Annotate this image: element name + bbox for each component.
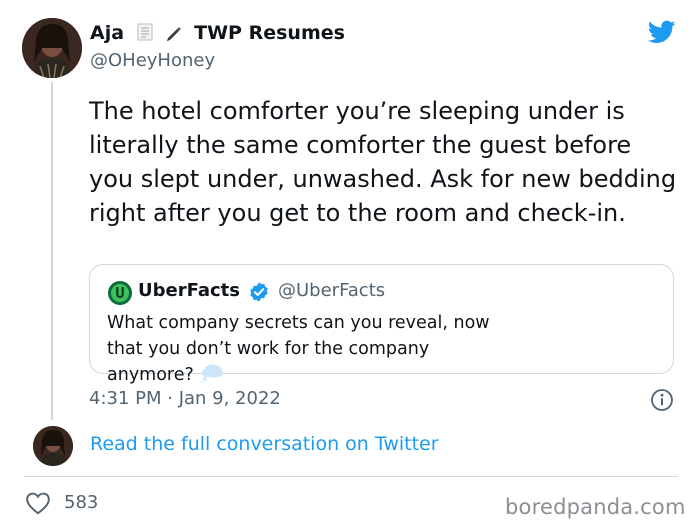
- read-conversation-link[interactable]: Read the full conversation on Twitter: [90, 433, 439, 455]
- twitter-bird-icon[interactable]: [646, 18, 678, 46]
- like-count: 583: [64, 492, 99, 513]
- boredpanda-watermark: boredpanda.com: [505, 495, 686, 519]
- author-name-row[interactable]: Aja TWP Resumes: [90, 22, 345, 44]
- quoted-display-name[interactable]: UberFacts: [138, 280, 240, 301]
- avatar-photo-small: [33, 426, 73, 466]
- avatar-photo: [22, 18, 82, 78]
- quoted-tweet-text: What company secrets can you reveal, now…: [107, 310, 507, 391]
- tweet-timestamp[interactable]: 4:31 PM · Jan 9, 2022: [89, 388, 281, 409]
- author-name-suffix[interactable]: TWP Resumes: [194, 22, 345, 44]
- document-icon: [135, 23, 161, 44]
- reply-avatar[interactable]: [33, 426, 73, 466]
- author-handle[interactable]: @OHeyHoney: [90, 50, 215, 71]
- quoted-tweet-body: What company secrets can you reveal, now…: [107, 313, 490, 385]
- thought-bubble-icon: [200, 363, 224, 391]
- thread-line: [51, 82, 53, 420]
- author-avatar[interactable]: [22, 18, 82, 78]
- tweet-text: The hotel comforter you’re sleeping unde…: [89, 97, 677, 227]
- heart-icon[interactable]: [25, 491, 51, 515]
- uberfacts-logo-icon[interactable]: [108, 281, 132, 305]
- quoted-tweet-card[interactable]: UberFacts @UberFacts What company secret…: [89, 264, 674, 385]
- verified-badge-icon: [250, 282, 268, 302]
- info-icon[interactable]: [650, 388, 674, 412]
- footer-divider: [24, 476, 678, 477]
- author-display-name[interactable]: Aja: [90, 22, 124, 44]
- quoted-handle[interactable]: @UberFacts: [278, 280, 385, 301]
- pen-icon: [164, 23, 190, 44]
